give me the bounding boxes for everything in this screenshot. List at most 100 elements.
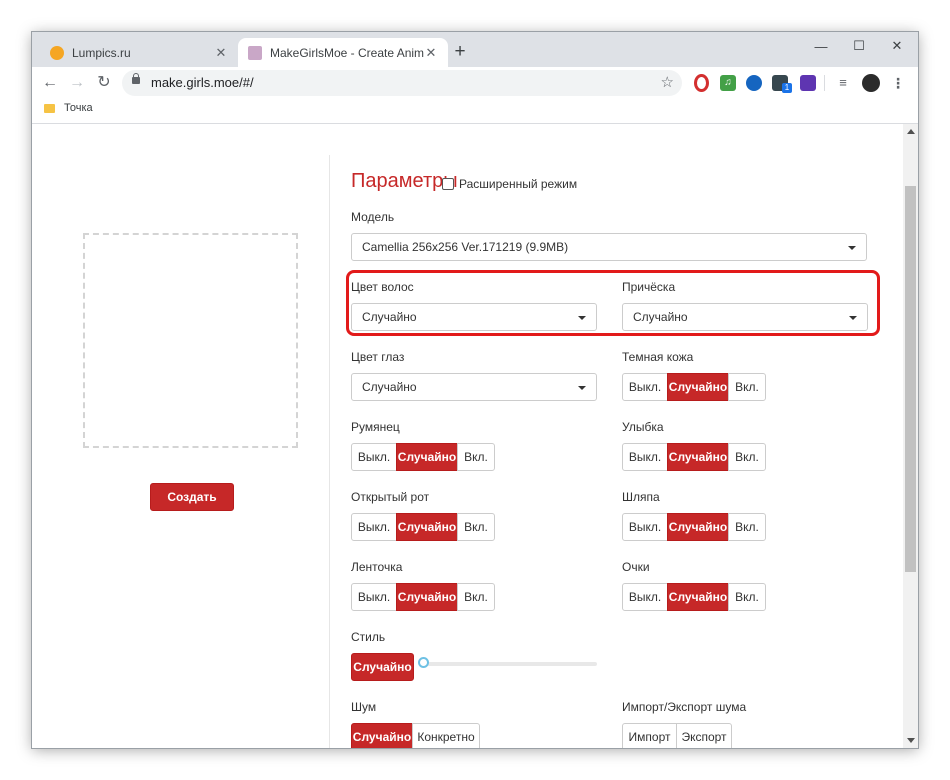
eye-color-select[interactable]: Случайно	[351, 373, 597, 401]
style-slider-handle[interactable]	[418, 657, 429, 668]
maximize-button[interactable]: ☐	[840, 32, 878, 60]
eye-color-label: Цвет глаз	[351, 350, 405, 364]
open-mouth-toggle: Выкл. Случайно Вкл.	[351, 513, 495, 541]
advanced-mode-toggle[interactable]: Расширенный режим	[442, 177, 577, 191]
model-select[interactable]: Camellia 256x256 Ver.171219 (9.9MB)	[351, 233, 867, 261]
smile-label: Улыбка	[622, 420, 664, 434]
back-button[interactable]: ←	[40, 73, 60, 93]
eye-color-value: Случайно	[362, 380, 417, 394]
globe-extension-icon[interactable]	[746, 75, 762, 91]
scrollbar-thumb[interactable]	[905, 186, 916, 572]
address-bar[interactable]: make.girls.moe/#/ ☆	[122, 70, 682, 96]
style-label: Стиль	[351, 630, 386, 644]
image-preview-area	[83, 233, 298, 448]
ribbon-off-button[interactable]: Выкл.	[351, 583, 397, 611]
bookmarks-bar: Точка	[32, 99, 918, 124]
glasses-random-button[interactable]: Случайно	[667, 583, 729, 611]
style-slider-track[interactable]	[423, 662, 597, 666]
ribbon-random-button[interactable]: Случайно	[396, 583, 458, 611]
noise-fixed-button[interactable]: Конкретно	[412, 723, 480, 748]
tab-title: MakeGirlsMoe - Create Anime Ch	[270, 45, 424, 60]
close-tab-icon[interactable]: ✕	[424, 45, 438, 61]
hat-toggle: Выкл. Случайно Вкл.	[622, 513, 766, 541]
open-mouth-random-button[interactable]: Случайно	[396, 513, 458, 541]
forward-button[interactable]: →	[67, 73, 87, 93]
smile-random-button[interactable]: Случайно	[667, 443, 729, 471]
toolbar-divider	[824, 75, 825, 91]
export-button[interactable]: Экспорт	[676, 723, 732, 748]
smile-off-button[interactable]: Выкл.	[622, 443, 668, 471]
music-extension-icon[interactable]: ♫	[720, 75, 736, 91]
extension-badge: 1	[782, 83, 792, 93]
lock-icon	[132, 73, 140, 84]
glasses-label: Очки	[622, 560, 650, 574]
blush-random-button[interactable]: Случайно	[396, 443, 458, 471]
open-mouth-on-button[interactable]: Вкл.	[457, 513, 495, 541]
close-window-button[interactable]: ✕	[878, 32, 916, 60]
tab-makegirlsmoe[interactable]: MakeGirlsMoe - Create Anime Ch ✕	[238, 38, 448, 67]
model-label: Модель	[351, 210, 395, 224]
minimize-button[interactable]: —	[802, 32, 840, 60]
opera-extension-icon[interactable]	[694, 74, 709, 92]
close-tab-icon[interactable]: ✕	[214, 45, 228, 61]
makegirlsmoe-favicon-icon	[248, 45, 262, 60]
lumpics-favicon-icon	[50, 45, 64, 60]
page-scrollbar[interactable]	[903, 124, 918, 748]
hat-random-button[interactable]: Случайно	[667, 513, 729, 541]
scroll-up-icon[interactable]	[907, 129, 915, 134]
page-content: Создать Параметры Расширенный режим Моде…	[32, 124, 903, 748]
ribbon-on-button[interactable]: Вкл.	[457, 583, 495, 611]
model-value: Camellia 256x256 Ver.171219 (9.9MB)	[362, 240, 569, 254]
chevron-down-icon	[578, 386, 586, 390]
glasses-on-button[interactable]: Вкл.	[728, 583, 766, 611]
dark-skin-label: Темная кожа	[622, 350, 694, 364]
import-button[interactable]: Импорт	[622, 723, 677, 748]
create-button[interactable]: Создать	[150, 483, 234, 511]
hat-on-button[interactable]: Вкл.	[728, 513, 766, 541]
bookmark-folder[interactable]: Точка	[44, 102, 93, 114]
noise-random-button[interactable]: Случайно	[351, 723, 413, 748]
import-export-label: Импорт/Экспорт шума	[622, 700, 747, 714]
folder-icon	[44, 103, 55, 113]
ribbon-label: Ленточка	[351, 560, 403, 574]
tab-title: Lumpics.ru	[72, 45, 131, 60]
glasses-off-button[interactable]: Выкл.	[622, 583, 668, 611]
blush-label: Румянец	[351, 420, 400, 434]
style-control: Случайно	[351, 653, 414, 681]
style-random-button[interactable]: Случайно	[351, 653, 414, 681]
menu-kebab-icon[interactable]: ⋮	[890, 75, 906, 91]
tab-lumpics[interactable]: Lumpics.ru ✕	[40, 38, 238, 67]
browser-window: Lumpics.ru ✕ MakeGirlsMoe - Create Anime…	[32, 32, 918, 748]
noise-label: Шум	[351, 700, 377, 714]
advanced-mode-label: Расширенный режим	[459, 177, 578, 191]
dark-skin-toggle: Выкл. Случайно Вкл.	[622, 373, 766, 401]
import-export-group: Импорт Экспорт	[622, 723, 732, 748]
blush-on-button[interactable]: Вкл.	[457, 443, 495, 471]
advanced-mode-checkbox[interactable]	[442, 178, 454, 190]
download-extension-icon[interactable]	[800, 75, 816, 91]
column-divider	[329, 155, 330, 748]
bookmark-star-icon[interactable]: ☆	[661, 73, 674, 91]
noise-toggle: Случайно Конкретно	[351, 723, 480, 748]
open-mouth-off-button[interactable]: Выкл.	[351, 513, 397, 541]
dark-skin-on-button[interactable]: Вкл.	[728, 373, 766, 401]
dark-skin-random-button[interactable]: Случайно	[667, 373, 729, 401]
new-tab-button[interactable]: +	[450, 42, 470, 62]
chevron-down-icon	[848, 246, 856, 250]
hat-off-button[interactable]: Выкл.	[622, 513, 668, 541]
smile-on-button[interactable]: Вкл.	[728, 443, 766, 471]
glasses-toggle: Выкл. Случайно Вкл.	[622, 583, 766, 611]
profile-avatar[interactable]	[862, 74, 880, 92]
dark-skin-off-button[interactable]: Выкл.	[622, 373, 668, 401]
tab-strip: Lumpics.ru ✕ MakeGirlsMoe - Create Anime…	[32, 32, 918, 67]
smile-toggle: Выкл. Случайно Вкл.	[622, 443, 766, 471]
open-mouth-label: Открытый рот	[351, 490, 430, 504]
highlight-frame	[346, 270, 880, 336]
blush-toggle: Выкл. Случайно Вкл.	[351, 443, 495, 471]
scroll-down-icon[interactable]	[907, 738, 915, 743]
reload-button[interactable]: ↻	[94, 73, 114, 93]
media-control-icon[interactable]: ≡	[835, 75, 851, 91]
blush-off-button[interactable]: Выкл.	[351, 443, 397, 471]
bookmark-label: Точка	[64, 102, 93, 114]
hat-label: Шляпа	[622, 490, 660, 504]
